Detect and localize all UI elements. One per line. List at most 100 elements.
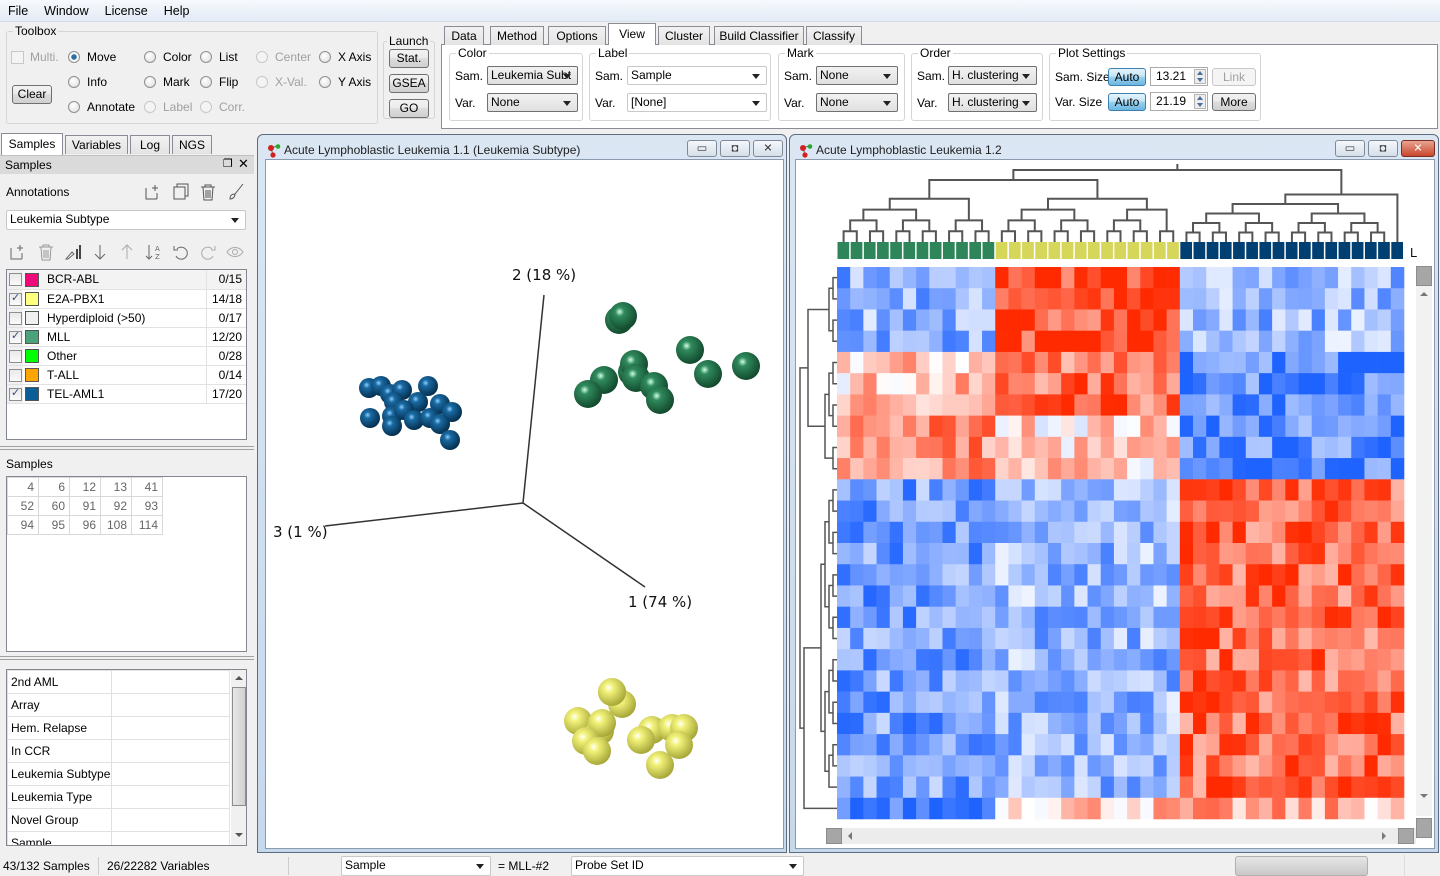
heatmap-cell[interactable] bbox=[889, 627, 904, 650]
heatmap-cell[interactable] bbox=[876, 712, 891, 735]
edit-annotation-icon[interactable] bbox=[227, 183, 245, 201]
heatmap-cell[interactable] bbox=[1272, 606, 1286, 629]
heatmap-cell[interactable] bbox=[876, 691, 891, 714]
heatmap-cell[interactable] bbox=[1074, 585, 1088, 607]
heatmap-cell[interactable] bbox=[1219, 351, 1233, 374]
heatmap-cell[interactable] bbox=[1272, 585, 1286, 607]
column-group-cell[interactable] bbox=[1206, 242, 1219, 259]
heatmap-cell[interactable] bbox=[1100, 373, 1115, 395]
heatmap-cell[interactable] bbox=[1127, 797, 1141, 820]
heatmap-cell[interactable] bbox=[1100, 797, 1115, 820]
heatmap-cell[interactable] bbox=[902, 627, 917, 650]
heatmap-cell[interactable] bbox=[1206, 394, 1220, 416]
sample-id-cell[interactable]: 93 bbox=[131, 496, 163, 516]
heatmap-cell[interactable] bbox=[982, 691, 996, 714]
heatmap-cell[interactable] bbox=[1193, 755, 1207, 777]
heatmap-cell[interactable] bbox=[876, 564, 891, 586]
heatmap-cell[interactable] bbox=[837, 500, 851, 523]
tab-build-classifier[interactable]: Build Classifier bbox=[714, 26, 804, 45]
visibility-icon[interactable] bbox=[226, 243, 244, 261]
heatmap-cell[interactable] bbox=[1153, 309, 1167, 331]
heatmap-cell[interactable] bbox=[1206, 564, 1220, 586]
heatmap-cell[interactable] bbox=[1087, 479, 1102, 501]
property-row[interactable]: Leukemia Subtype bbox=[7, 762, 230, 786]
heatmap-cell[interactable] bbox=[1324, 585, 1339, 607]
heatmap-cell[interactable] bbox=[1324, 755, 1339, 777]
heatmap-cell[interactable] bbox=[1377, 585, 1392, 607]
heatmap-cell[interactable] bbox=[1179, 267, 1194, 289]
heatmap-cell[interactable] bbox=[982, 330, 996, 353]
heatmap-cell[interactable] bbox=[1219, 309, 1233, 331]
heatmap-cell[interactable] bbox=[1100, 755, 1115, 777]
splitter[interactable] bbox=[0, 446, 254, 450]
heatmap-cell[interactable] bbox=[929, 288, 943, 310]
heatmap-cell[interactable] bbox=[1153, 351, 1167, 374]
sample-point-e2a-pbx1[interactable] bbox=[627, 726, 655, 754]
heatmap-cell[interactable] bbox=[955, 606, 970, 629]
heatmap-cell[interactable] bbox=[1140, 415, 1154, 438]
heatmap-cell[interactable] bbox=[916, 627, 930, 650]
heatmap-cell[interactable] bbox=[1087, 627, 1102, 650]
column-group-cell[interactable] bbox=[877, 242, 889, 259]
heatmap-cell[interactable] bbox=[902, 351, 917, 374]
heatmap-cell[interactable] bbox=[1351, 458, 1365, 480]
heatmap-cell[interactable] bbox=[1285, 691, 1299, 714]
heatmap-cell[interactable] bbox=[1193, 351, 1207, 374]
mode-xval[interactable]: X-Val. bbox=[256, 75, 307, 89]
heatmap-cell[interactable] bbox=[1179, 797, 1194, 820]
heatmap-cell[interactable] bbox=[1272, 458, 1286, 480]
heatmap-cell[interactable] bbox=[1258, 351, 1273, 374]
column-group-cell[interactable] bbox=[1035, 242, 1047, 259]
heatmap-cell[interactable] bbox=[1179, 521, 1194, 544]
heatmap-cell[interactable] bbox=[1272, 776, 1286, 799]
heatmap-cell[interactable] bbox=[1232, 543, 1247, 565]
heatmap-cell[interactable] bbox=[1390, 712, 1405, 735]
heatmap-hscroll-handle-right[interactable] bbox=[1398, 828, 1414, 844]
heatmap-cell[interactable] bbox=[1351, 543, 1365, 565]
heatmap-cell[interactable] bbox=[1034, 415, 1049, 438]
heatmap-cell[interactable] bbox=[1193, 606, 1207, 629]
heatmap-cell[interactable] bbox=[902, 734, 917, 756]
heatmap-cell[interactable] bbox=[955, 755, 970, 777]
heatmap-cell[interactable] bbox=[1153, 373, 1167, 395]
heatmap-cell[interactable] bbox=[1140, 500, 1154, 523]
heatmap-cell[interactable] bbox=[1258, 373, 1273, 395]
heatmap-cell[interactable] bbox=[1034, 606, 1049, 629]
heatmap-cell[interactable] bbox=[1034, 585, 1049, 607]
heatmap-cell[interactable] bbox=[982, 288, 996, 310]
heatmap-cell[interactable] bbox=[1021, 564, 1036, 586]
heatmap-cell[interactable] bbox=[1100, 691, 1115, 714]
heatmap-cell[interactable] bbox=[1232, 500, 1247, 523]
heatmap-cell[interactable] bbox=[929, 415, 943, 438]
heatmap-cell[interactable] bbox=[995, 500, 1009, 523]
heatmap-cell[interactable] bbox=[1127, 351, 1141, 374]
heatmap-cell[interactable] bbox=[968, 606, 983, 629]
heatmap-cell[interactable] bbox=[1127, 415, 1141, 438]
heatmap-cell[interactable] bbox=[863, 670, 877, 692]
heatmap-cell[interactable] bbox=[1206, 479, 1220, 501]
heatmap-cell[interactable] bbox=[982, 521, 996, 544]
heatmap-cell[interactable] bbox=[1390, 585, 1405, 607]
heatmap-cell[interactable] bbox=[1338, 627, 1352, 650]
heatmap-cell[interactable] bbox=[1272, 500, 1286, 523]
sample-point-mll[interactable] bbox=[732, 352, 760, 380]
heatmap-cell[interactable] bbox=[1377, 436, 1392, 459]
sample-id-cell[interactable]: 92 bbox=[100, 496, 132, 516]
heatmap-cell[interactable] bbox=[1285, 521, 1299, 544]
heatmap-cell[interactable] bbox=[1390, 627, 1405, 650]
heatmap-cell[interactable] bbox=[955, 691, 970, 714]
heatmap-cell[interactable] bbox=[1193, 288, 1207, 310]
heatmap-cell[interactable] bbox=[1113, 500, 1128, 523]
heatmap-cell[interactable] bbox=[1087, 521, 1102, 544]
heatmap-cell[interactable] bbox=[1390, 797, 1405, 820]
heatmap-cell[interactable] bbox=[1153, 330, 1167, 353]
heatmap-cell[interactable] bbox=[863, 627, 877, 650]
heatmap-cell[interactable] bbox=[995, 670, 1009, 692]
heatmap-cell[interactable] bbox=[1245, 712, 1260, 735]
heatmap-cell[interactable] bbox=[1087, 351, 1102, 374]
heatmap-cell[interactable] bbox=[1298, 606, 1312, 629]
heatmap-cell[interactable] bbox=[1364, 712, 1378, 735]
heatmap-cell[interactable] bbox=[1298, 627, 1312, 650]
heatmap-cell[interactable] bbox=[1021, 606, 1036, 629]
heatmap-cell[interactable] bbox=[876, 649, 891, 671]
